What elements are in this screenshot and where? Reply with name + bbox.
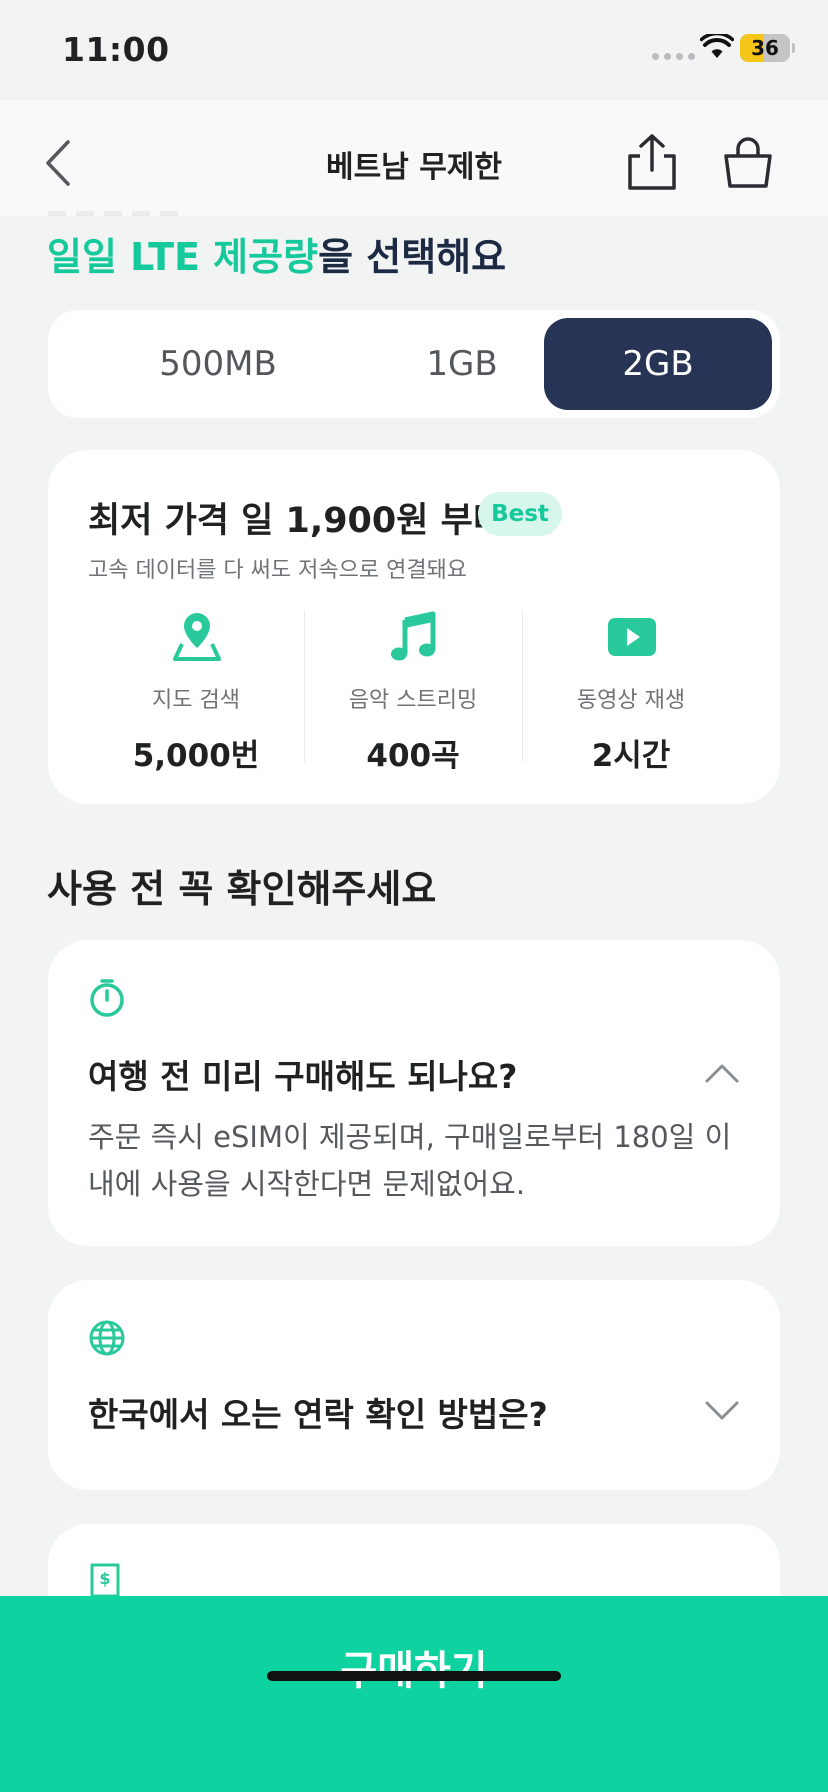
battery-icon: 36 <box>740 34 790 62</box>
home-indicator <box>267 1671 561 1681</box>
faq-answer: 주문 즉시 eSIM이 제공되며, 구매일로부터 180일 이내에 사용을 시작… <box>88 1120 732 1201</box>
chevron-up-icon[interactable] <box>704 1062 740 1084</box>
map-pin-icon <box>173 613 221 661</box>
option-1gb[interactable]: 1GB <box>348 318 576 410</box>
status-bar: 11:00 36 <box>0 0 828 100</box>
play-video-icon <box>608 618 656 656</box>
faq-question: 여행 전 미리 구매해도 되나요? <box>88 1057 518 1096</box>
feature-video-playback: 동영상 재생 2시간 <box>531 610 731 774</box>
timer-icon <box>90 979 124 1017</box>
plan-info-card: 최저 가격 일 1,900원 부터 Best 고속 데이터를 다 써도 저속으로… <box>48 450 780 804</box>
wifi-icon <box>700 34 734 58</box>
feature-label: 음악 스트리밍 <box>348 688 478 713</box>
battery-level: 36 <box>751 36 779 60</box>
divider <box>304 610 305 762</box>
buy-button-label: 구매하기 <box>0 1638 828 1696</box>
feature-value: 5,000번 <box>132 738 260 774</box>
chevron-down-icon[interactable] <box>704 1400 740 1422</box>
feature-value: 400곡 <box>366 738 460 774</box>
shopping-bag-icon[interactable] <box>720 134 776 190</box>
feature-value: 2시간 <box>591 738 671 774</box>
divider <box>522 610 523 762</box>
feature-label: 지도 검색 <box>152 688 240 713</box>
battery-tip <box>792 43 795 53</box>
chevron-left-icon[interactable] <box>40 138 80 188</box>
faq-item-collapsed[interactable]: 한국에서 오는 연락 확인 방법은? <box>48 1280 780 1490</box>
feature-label: 동영상 재생 <box>576 688 686 713</box>
section-headline: 일일 LTE 제공량을 선택해요 <box>47 226 506 281</box>
globe-icon <box>89 1320 125 1356</box>
headline-rest: 을 선택해요 <box>318 235 507 279</box>
cellular-signal-icon <box>652 53 695 60</box>
headline-accent: 일일 LTE 제공량 <box>47 235 319 279</box>
page-title: 베트남 무제한 <box>325 150 503 185</box>
feature-map-search: 지도 검색 5,000번 <box>96 610 296 774</box>
feature-music-streaming: 음악 스트리밍 400곡 <box>313 610 513 774</box>
svg-text:$: $ <box>99 1569 110 1588</box>
music-note-icon <box>391 611 436 661</box>
plan-subtitle: 고속 데이터를 다 써도 저속으로 연결돼요 <box>88 558 468 583</box>
faq-item-expanded[interactable]: 여행 전 미리 구매해도 되나요? 주문 즉시 eSIM이 제공되며, 구매일로… <box>48 940 780 1246</box>
faq-question: 한국에서 오는 연락 확인 방법은? <box>88 1395 548 1434</box>
option-2gb-selected[interactable]: 2GB <box>544 318 772 410</box>
faq-section-title: 사용 전 꼭 확인해주세요 <box>47 867 437 911</box>
data-amount-selector: 500MB 1GB 2GB <box>48 310 780 418</box>
best-badge: Best <box>478 492 562 536</box>
status-time: 11:00 <box>62 30 170 69</box>
share-icon[interactable] <box>624 132 680 192</box>
option-500mb[interactable]: 500MB <box>104 318 332 410</box>
buy-button[interactable]: 구매하기 <box>0 1596 828 1792</box>
navigation-bar: 베트남 무제한 <box>0 100 828 216</box>
plan-price-title: 최저 가격 일 1,900원 부터 <box>88 501 506 541</box>
